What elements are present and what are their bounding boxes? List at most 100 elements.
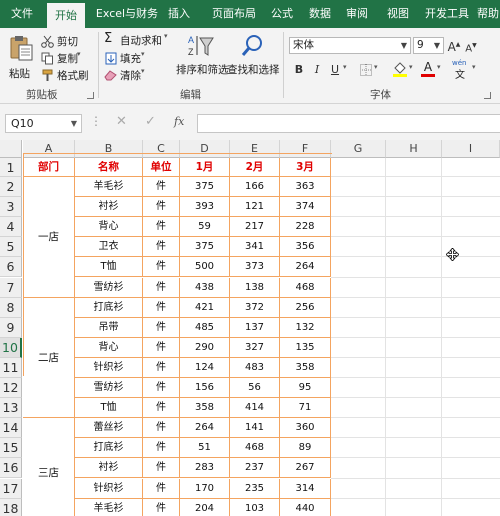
department-cell[interactable]: 一店 (23, 177, 75, 298)
sort-filter-button[interactable]: A Z 排序和筛选 (176, 31, 229, 83)
tab-developer[interactable]: 开发工具 (421, 0, 473, 28)
table-cell[interactable]: 141 (230, 418, 280, 439)
row-header-13[interactable]: 13 (0, 398, 22, 419)
table-cell[interactable]: 件 (143, 478, 180, 499)
table-cell[interactable]: 雪纺衫 (75, 277, 143, 298)
row-header-5[interactable]: 5 (0, 237, 22, 258)
table-cell[interactable]: 衬衫 (75, 197, 143, 218)
tab-insert[interactable]: 插入 (163, 0, 195, 28)
table-cell[interactable]: 358 (180, 398, 230, 419)
column-header-d[interactable]: D (180, 140, 230, 158)
column-header-a[interactable]: A (23, 140, 75, 158)
table-cell[interactable]: 打底衫 (75, 438, 143, 459)
table-cell[interactable]: 393 (180, 197, 230, 218)
table-cell[interactable]: 235 (230, 478, 280, 499)
select-all-corner[interactable] (0, 140, 22, 158)
copy-dropdown-icon[interactable]: ▾ (77, 50, 81, 58)
table-cell[interactable]: 341 (230, 237, 280, 258)
table-header-cell[interactable]: 2月 (230, 158, 280, 177)
table-cell[interactable]: 156 (180, 378, 230, 399)
table-cell[interactable]: 500 (180, 257, 230, 278)
table-cell[interactable]: 件 (143, 237, 180, 258)
tab-help[interactable]: 帮助 (476, 0, 500, 28)
column-header-c[interactable]: C (143, 140, 180, 158)
underline-dropdown-icon[interactable]: ▾ (343, 63, 347, 71)
table-cell[interactable]: 件 (143, 217, 180, 238)
table-header-cell[interactable]: 3月 (280, 158, 331, 177)
table-cell[interactable]: 483 (230, 357, 280, 378)
table-cell[interactable]: 438 (180, 277, 230, 298)
table-cell[interactable]: 吊带 (75, 317, 143, 338)
tab-excel-finance[interactable]: Excel与财务 (92, 0, 162, 28)
row-header-17[interactable]: 17 (0, 478, 22, 499)
tab-formulas[interactable]: 公式 (265, 0, 299, 28)
table-cell[interactable]: 89 (280, 438, 331, 459)
cut-button[interactable]: 剪切 (41, 34, 85, 49)
table-cell[interactable]: 204 (180, 498, 230, 516)
table-cell[interactable]: 132 (280, 317, 331, 338)
table-cell[interactable]: 背心 (75, 217, 143, 238)
column-header-f[interactable]: F (280, 140, 331, 158)
table-cell[interactable]: 针织衫 (75, 478, 143, 499)
table-cell[interactable]: 针织衫 (75, 357, 143, 378)
name-box[interactable]: Q10 ▼ (5, 114, 82, 133)
italic-button[interactable]: I (310, 62, 324, 78)
table-cell[interactable]: 414 (230, 398, 280, 419)
table-cell[interactable]: 256 (280, 297, 331, 318)
row-header-11[interactable]: 11 (0, 357, 22, 378)
table-cell[interactable]: T恤 (75, 257, 143, 278)
table-cell[interactable]: 59 (180, 217, 230, 238)
table-cell[interactable]: 485 (180, 317, 230, 338)
tab-data[interactable]: 数据 (303, 0, 337, 28)
clear-button[interactable]: 清除 ▾ (104, 67, 150, 83)
table-cell[interactable]: 件 (143, 317, 180, 338)
table-cell[interactable]: 件 (143, 337, 180, 358)
formula-bar-drag-handle[interactable]: ⋮ (90, 114, 102, 128)
department-cell[interactable]: 二店 (23, 297, 75, 419)
table-cell[interactable]: 327 (230, 337, 280, 358)
table-cell[interactable]: 121 (230, 197, 280, 218)
table-header-cell[interactable]: 单位 (143, 158, 180, 177)
font-color-dropdown-icon[interactable]: ▾ (437, 63, 441, 71)
table-cell[interactable]: 件 (143, 177, 180, 198)
table-cell[interactable]: 375 (180, 237, 230, 258)
table-cell[interactable]: 背心 (75, 337, 143, 358)
fill-button[interactable]: 填充 ▾ (104, 50, 150, 66)
table-cell[interactable]: 138 (230, 277, 280, 298)
row-header-3[interactable]: 3 (0, 197, 22, 218)
table-cell[interactable]: 71 (280, 398, 331, 419)
row-header-6[interactable]: 6 (0, 257, 22, 278)
table-cell[interactable]: 468 (280, 277, 331, 298)
department-cell[interactable]: 三店 (23, 418, 75, 516)
table-cell[interactable]: 件 (143, 257, 180, 278)
shrink-font-button[interactable]: A▼ (464, 38, 478, 54)
font-size-select[interactable]: 9 ▼ (413, 37, 444, 54)
column-header-h[interactable]: H (386, 140, 442, 158)
row-header-2[interactable]: 2 (0, 177, 22, 198)
copy-button[interactable]: 复制 ▾ (41, 50, 85, 66)
table-cell[interactable]: 件 (143, 357, 180, 378)
table-cell[interactable]: 137 (230, 317, 280, 338)
row-header-9[interactable]: 9 (0, 317, 22, 338)
bold-button[interactable]: B (292, 62, 306, 78)
table-cell[interactable]: 雪纺衫 (75, 378, 143, 399)
column-header-g[interactable]: G (331, 140, 386, 158)
font-color-button[interactable]: A (421, 60, 435, 78)
table-cell[interactable]: 56 (230, 378, 280, 399)
table-cell[interactable]: 件 (143, 297, 180, 318)
table-header-cell[interactable]: 1月 (180, 158, 230, 177)
fill-color-dropdown-icon[interactable]: ▾ (409, 63, 413, 71)
table-cell[interactable]: 356 (280, 237, 331, 258)
table-cell[interactable]: 468 (230, 438, 280, 459)
table-cell[interactable]: 135 (280, 337, 331, 358)
table-cell[interactable]: 372 (230, 297, 280, 318)
font-name-select[interactable]: 宋体 ▼ (289, 37, 411, 54)
table-cell[interactable]: 羊毛衫 (75, 498, 143, 516)
worksheet-grid[interactable]: ABCDEFGHI 1 2 3 4 5 6 7 8 9 10 11 12 13 14 15 16 17 18 部门… (0, 140, 500, 516)
table-header-cell[interactable]: 名称 (75, 158, 143, 177)
table-cell[interactable]: 440 (280, 498, 331, 516)
table-cell[interactable]: 件 (143, 398, 180, 419)
table-cell[interactable]: 124 (180, 357, 230, 378)
tab-view[interactable]: 视图 (381, 0, 415, 28)
table-cell[interactable]: 51 (180, 438, 230, 459)
